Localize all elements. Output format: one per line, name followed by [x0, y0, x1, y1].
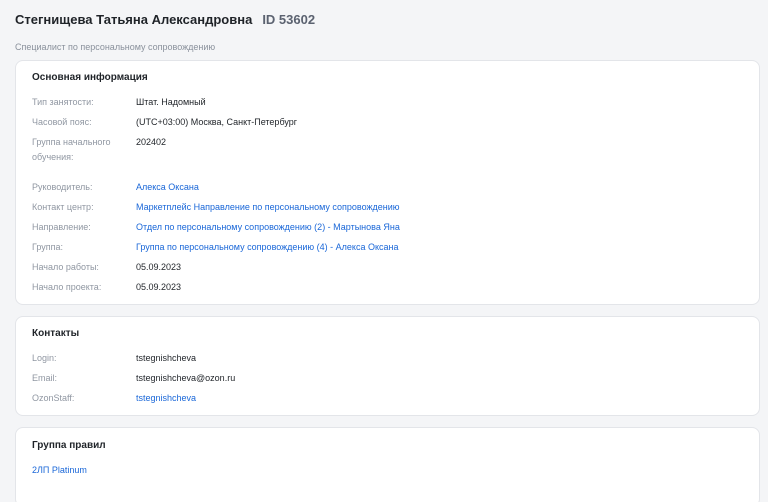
email-label: Email:: [32, 373, 58, 383]
training-group-label-line1: Группа начального: [32, 137, 111, 147]
employment-type-value: Штат. Надомный: [136, 97, 206, 107]
manager-link[interactable]: Алекса Оксана: [136, 180, 199, 195]
group-link[interactable]: Группа по персональному сопровождению (4…: [136, 240, 399, 255]
project-start-row: Начало проекта: 05.09.2023: [32, 280, 181, 295]
contact-center-row: Контакт центр: Маркетплейс Направление п…: [32, 200, 400, 215]
email-value: tstegnishcheva@ozon.ru: [136, 373, 236, 383]
timezone-value: (UTC+03:00) Москва, Санкт-Петербург: [136, 117, 298, 127]
manager-row: Руководитель: Алекса Оксана: [32, 180, 199, 195]
direction-row: Направление: Отдел по персональному сопр…: [32, 220, 400, 235]
work-start-row: Начало работы: 05.09.2023: [32, 260, 181, 275]
basic-info-title: Основная информация: [32, 72, 148, 83]
training-group-row: Группа начального обучения: 202402: [32, 135, 166, 165]
training-group-value: 202402: [136, 137, 167, 147]
project-start-label: Начало проекта:: [32, 282, 102, 292]
page-header: Стегнищева Татьяна Александровна ID 5360…: [15, 12, 315, 27]
training-group-label: Группа начального обучения:: [32, 135, 136, 165]
rules-group-title: Группа правил: [32, 440, 106, 451]
login-label: Login:: [32, 353, 57, 363]
employee-position: Специалист по персональному сопровождени…: [15, 42, 216, 52]
rules-group-link[interactable]: 2ЛП Platinum: [32, 465, 87, 475]
ozonstaff-link[interactable]: tstegnishcheva: [136, 391, 196, 406]
direction-link[interactable]: Отдел по персональному сопровождению (2)…: [136, 220, 400, 235]
contacts-title: Контакты: [32, 328, 80, 339]
rules-group-card: Группа правил 2ЛП Platinum: [15, 427, 760, 502]
training-group-label-line2: обучения:: [32, 152, 74, 162]
employment-type-row: Тип занятости: Штат. Надомный: [32, 95, 206, 110]
timezone-label: Часовой пояс:: [32, 117, 92, 127]
project-start-value: 05.09.2023: [136, 282, 182, 292]
employee-id: ID 53602: [262, 12, 316, 27]
contact-center-link[interactable]: Маркетплейс Направление по персональному…: [136, 200, 400, 215]
timezone-row: Часовой пояс: (UTC+03:00) Москва, Санкт-…: [32, 115, 297, 130]
direction-label: Направление:: [32, 222, 91, 232]
login-value: tstegnishcheva: [136, 353, 197, 363]
group-label: Группа:: [32, 242, 64, 252]
basic-info-card: Основная информация Тип занятости: Штат.…: [15, 60, 760, 305]
employment-type-label: Тип занятости:: [32, 97, 94, 107]
login-row: Login: tstegnishcheva: [32, 351, 196, 366]
employee-name: Стегнищева Татьяна Александровна: [15, 12, 253, 27]
ozonstaff-row: OzonStaff: tstegnishcheva: [32, 391, 196, 406]
contact-center-label: Контакт центр:: [32, 202, 94, 212]
contacts-card: Контакты Login: tstegnishcheva Email: ts…: [15, 316, 760, 416]
ozonstaff-label: OzonStaff:: [32, 393, 75, 403]
group-row: Группа: Группа по персональному сопровож…: [32, 240, 399, 255]
email-row: Email: tstegnishcheva@ozon.ru: [32, 371, 235, 386]
manager-label: Руководитель:: [32, 182, 93, 192]
work-start-label: Начало работы:: [32, 262, 99, 272]
work-start-value: 05.09.2023: [136, 262, 182, 272]
